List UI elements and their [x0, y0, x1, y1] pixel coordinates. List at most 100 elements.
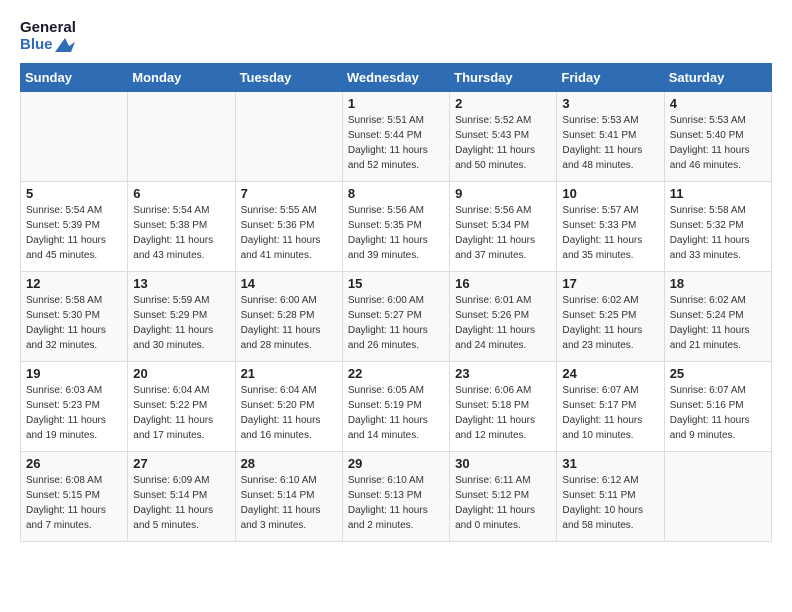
- day-number: 23: [455, 366, 551, 381]
- logo-text: General Blue: [20, 20, 76, 53]
- calendar-cell: 19 Sunrise: 6:03 AMSunset: 5:23 PMDayligh…: [21, 362, 128, 452]
- calendar-week-row: 26Sunrise: 6:08 AMSunset: 5:15 PMDayligh…: [21, 452, 772, 542]
- calendar-cell: 1 Sunrise: 5:51 AMSunset: 5:44 PMDaylight…: [342, 92, 449, 182]
- logo-bird-icon: [55, 38, 75, 52]
- weekday-header-row: SundayMondayTuesdayWednesdayThursdayFrid…: [21, 64, 772, 92]
- day-info: Sunrise: 6:07 AMSunset: 5:16 PMDaylight:…: [670, 383, 766, 443]
- day-number: 7: [241, 186, 337, 201]
- calendar-cell: 7 Sunrise: 5:55 AMSunset: 5:36 PMDaylight…: [235, 182, 342, 272]
- calendar-cell: 3Sunrise: 5:53 AMSunset: 5:41 PMDaylight…: [557, 92, 664, 182]
- day-info: Sunrise: 6:04 AMSunset: 5:22 PMDaylight:…: [133, 383, 229, 443]
- day-number: 31: [562, 456, 658, 471]
- calendar-cell: 12Sunrise: 5:58 AMSunset: 5:30 PMDayligh…: [21, 272, 128, 362]
- calendar-cell: 10 Sunrise: 5:57 AMSunset: 5:33 PMDayligh…: [557, 182, 664, 272]
- day-number: 16: [455, 276, 551, 291]
- calendar-cell: 22Sunrise: 6:05 AMSunset: 5:19 PMDayligh…: [342, 362, 449, 452]
- calendar-week-row: 5 Sunrise: 5:54 AMSunset: 5:39 PMDaylight…: [21, 182, 772, 272]
- day-number: 19: [26, 366, 122, 381]
- calendar-cell: 17Sunrise: 6:02 AMSunset: 5:25 PMDayligh…: [557, 272, 664, 362]
- calendar-cell: 11 Sunrise: 5:58 AMSunset: 5:32 PMDayligh…: [664, 182, 771, 272]
- calendar-week-row: 12Sunrise: 5:58 AMSunset: 5:30 PMDayligh…: [21, 272, 772, 362]
- day-info: Sunrise: 6:03 AMSunset: 5:23 PMDaylight:…: [26, 383, 122, 443]
- calendar-week-row: 1 Sunrise: 5:51 AMSunset: 5:44 PMDaylight…: [21, 92, 772, 182]
- day-info: Sunrise: 5:53 AMSunset: 5:40 PMDaylight:…: [670, 113, 766, 173]
- calendar-cell: 18 Sunrise: 6:02 AMSunset: 5:24 PMDayligh…: [664, 272, 771, 362]
- day-info: Sunrise: 5:54 AMSunset: 5:39 PMDaylight:…: [26, 203, 122, 263]
- calendar-week-row: 19 Sunrise: 6:03 AMSunset: 5:23 PMDayligh…: [21, 362, 772, 452]
- day-number: 24: [562, 366, 658, 381]
- day-number: 5: [26, 186, 122, 201]
- calendar-cell: 16 Sunrise: 6:01 AMSunset: 5:26 PMDayligh…: [450, 272, 557, 362]
- day-info: Sunrise: 6:00 AMSunset: 5:27 PMDaylight:…: [348, 293, 444, 353]
- weekday-header: Sunday: [21, 64, 128, 92]
- calendar-cell: 9 Sunrise: 5:56 AMSunset: 5:34 PMDaylight…: [450, 182, 557, 272]
- day-info: Sunrise: 5:55 AMSunset: 5:36 PMDaylight:…: [241, 203, 337, 263]
- day-number: 28: [241, 456, 337, 471]
- page-header: General Blue: [20, 20, 772, 53]
- calendar-cell: 15Sunrise: 6:00 AMSunset: 5:27 PMDayligh…: [342, 272, 449, 362]
- calendar-cell: 31 Sunrise: 6:12 AMSunset: 5:11 PMDayligh…: [557, 452, 664, 542]
- day-info: Sunrise: 6:04 AMSunset: 5:20 PMDaylight:…: [241, 383, 337, 443]
- weekday-header: Friday: [557, 64, 664, 92]
- day-info: Sunrise: 5:51 AMSunset: 5:44 PMDaylight:…: [348, 113, 444, 173]
- day-info: Sunrise: 6:06 AMSunset: 5:18 PMDaylight:…: [455, 383, 551, 443]
- weekday-header: Thursday: [450, 64, 557, 92]
- calendar-cell: 2 Sunrise: 5:52 AMSunset: 5:43 PMDaylight…: [450, 92, 557, 182]
- day-number: 30: [455, 456, 551, 471]
- calendar-table: SundayMondayTuesdayWednesdayThursdayFrid…: [20, 63, 772, 542]
- day-number: 8: [348, 186, 444, 201]
- day-number: 11: [670, 186, 766, 201]
- day-info: Sunrise: 6:10 AMSunset: 5:14 PMDaylight:…: [241, 473, 337, 533]
- weekday-header: Tuesday: [235, 64, 342, 92]
- day-number: 6: [133, 186, 229, 201]
- day-number: 29: [348, 456, 444, 471]
- day-number: 27: [133, 456, 229, 471]
- calendar-cell: 25 Sunrise: 6:07 AMSunset: 5:16 PMDayligh…: [664, 362, 771, 452]
- day-info: Sunrise: 5:59 AMSunset: 5:29 PMDaylight:…: [133, 293, 229, 353]
- calendar-cell: 28 Sunrise: 6:10 AMSunset: 5:14 PMDayligh…: [235, 452, 342, 542]
- calendar-cell: 4 Sunrise: 5:53 AMSunset: 5:40 PMDaylight…: [664, 92, 771, 182]
- day-info: Sunrise: 6:09 AMSunset: 5:14 PMDaylight:…: [133, 473, 229, 533]
- weekday-header: Monday: [128, 64, 235, 92]
- calendar-cell: [21, 92, 128, 182]
- day-number: 18: [670, 276, 766, 291]
- weekday-header: Wednesday: [342, 64, 449, 92]
- day-number: 25: [670, 366, 766, 381]
- day-info: Sunrise: 5:58 AMSunset: 5:32 PMDaylight:…: [670, 203, 766, 263]
- day-number: 1: [348, 96, 444, 111]
- day-number: 21: [241, 366, 337, 381]
- calendar-cell: [128, 92, 235, 182]
- calendar-cell: 20 Sunrise: 6:04 AMSunset: 5:22 PMDayligh…: [128, 362, 235, 452]
- calendar-cell: 29 Sunrise: 6:10 AMSunset: 5:13 PMDayligh…: [342, 452, 449, 542]
- day-info: Sunrise: 6:11 AMSunset: 5:12 PMDaylight:…: [455, 473, 551, 533]
- day-number: 17: [562, 276, 658, 291]
- calendar-cell: 27 Sunrise: 6:09 AMSunset: 5:14 PMDayligh…: [128, 452, 235, 542]
- day-info: Sunrise: 6:08 AMSunset: 5:15 PMDaylight:…: [26, 473, 122, 533]
- day-info: Sunrise: 6:10 AMSunset: 5:13 PMDaylight:…: [348, 473, 444, 533]
- day-number: 9: [455, 186, 551, 201]
- calendar-cell: 8 Sunrise: 5:56 AMSunset: 5:35 PMDaylight…: [342, 182, 449, 272]
- day-info: Sunrise: 5:54 AMSunset: 5:38 PMDaylight:…: [133, 203, 229, 263]
- day-number: 3: [562, 96, 658, 111]
- day-number: 10: [562, 186, 658, 201]
- calendar-cell: 30 Sunrise: 6:11 AMSunset: 5:12 PMDayligh…: [450, 452, 557, 542]
- day-number: 13: [133, 276, 229, 291]
- day-info: Sunrise: 6:01 AMSunset: 5:26 PMDaylight:…: [455, 293, 551, 353]
- calendar-cell: 21 Sunrise: 6:04 AMSunset: 5:20 PMDayligh…: [235, 362, 342, 452]
- day-info: Sunrise: 6:02 AMSunset: 5:24 PMDaylight:…: [670, 293, 766, 353]
- day-info: Sunrise: 5:56 AMSunset: 5:34 PMDaylight:…: [455, 203, 551, 263]
- day-info: Sunrise: 6:07 AMSunset: 5:17 PMDaylight:…: [562, 383, 658, 443]
- day-info: Sunrise: 5:57 AMSunset: 5:33 PMDaylight:…: [562, 203, 658, 263]
- day-number: 20: [133, 366, 229, 381]
- day-info: Sunrise: 5:56 AMSunset: 5:35 PMDaylight:…: [348, 203, 444, 263]
- day-number: 4: [670, 96, 766, 111]
- calendar-cell: 24 Sunrise: 6:07 AMSunset: 5:17 PMDayligh…: [557, 362, 664, 452]
- calendar-cell: [664, 452, 771, 542]
- day-number: 2: [455, 96, 551, 111]
- day-info: Sunrise: 5:52 AMSunset: 5:43 PMDaylight:…: [455, 113, 551, 173]
- weekday-header: Saturday: [664, 64, 771, 92]
- calendar-cell: 6 Sunrise: 5:54 AMSunset: 5:38 PMDaylight…: [128, 182, 235, 272]
- day-number: 12: [26, 276, 122, 291]
- day-info: Sunrise: 6:12 AMSunset: 5:11 PMDaylight:…: [562, 473, 658, 533]
- logo: General Blue: [20, 20, 76, 53]
